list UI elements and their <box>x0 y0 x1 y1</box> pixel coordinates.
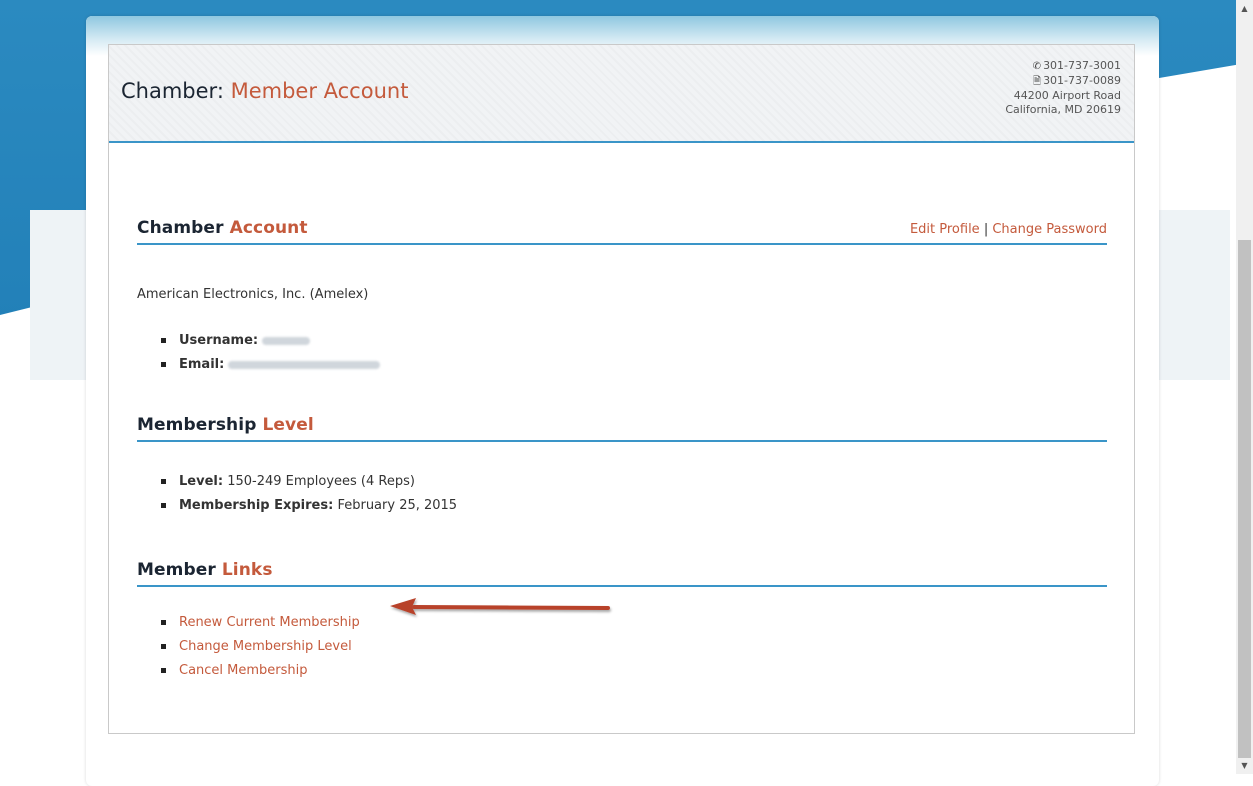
scrollbar[interactable]: ▲ ▼ <box>1236 0 1253 774</box>
expires-value: February 25, 2015 <box>337 498 458 513</box>
member-links-list: Renew Current Membership Change Membersh… <box>157 614 360 686</box>
section-heading: Chamber Account <box>137 218 308 238</box>
membership-details: Level: 150-249 Employees (4 Reps) Member… <box>157 473 457 521</box>
renew-membership-link[interactable]: Renew Current Membership <box>179 615 360 630</box>
phone-line: ✆ 301-737-3001 <box>1005 59 1121 74</box>
page-title-accent: Member Account <box>230 79 409 103</box>
username-item: Username: <box>157 332 380 356</box>
phone-number: 301-737-3001 <box>1043 59 1121 72</box>
username-label: Username: <box>179 333 259 348</box>
scroll-up-icon[interactable]: ▲ <box>1236 0 1253 17</box>
section-heading-prefix: Chamber <box>137 218 224 238</box>
page-frame: Chamber: Member Account ✆ 301-737-3001 🗎 3… <box>86 16 1159 786</box>
card-header: Chamber: Member Account ✆ 301-737-3001 🗎 3… <box>109 45 1134 143</box>
section-heading-accent: Level <box>262 415 314 435</box>
fax-number: 301-737-0089 <box>1043 74 1121 87</box>
section-heading-prefix: Membership <box>137 415 257 435</box>
section-heading-accent: Links <box>221 560 273 580</box>
list-item: Change Membership Level <box>157 638 360 662</box>
fax-line: 🗎 301-737-0089 <box>1005 74 1121 89</box>
fax-icon: 🗎 <box>1033 76 1042 87</box>
page-title-prefix: Chamber: <box>121 79 224 103</box>
address-line1: 44200 Airport Road <box>1013 89 1121 102</box>
section-member-links: Member Links <box>137 557 1107 587</box>
email-item: Email: <box>157 356 381 380</box>
section-chamber-account: Chamber Account Edit Profile | Change Pa… <box>137 215 1107 245</box>
cancel-membership-link[interactable]: Cancel Membership <box>179 663 308 678</box>
section-membership-level: Membership Level <box>137 412 1107 442</box>
expires-item: Membership Expires: February 25, 2015 <box>157 497 457 521</box>
page-title: Chamber: Member Account <box>121 79 408 103</box>
username-redacted <box>262 336 311 345</box>
expires-label: Membership Expires: <box>179 498 334 513</box>
list-item: Cancel Membership <box>157 662 360 686</box>
level-value: 150-249 Employees (4 Reps) <box>227 474 415 489</box>
edit-profile-link[interactable]: Edit Profile <box>910 222 980 237</box>
change-password-link[interactable]: Change Password <box>992 222 1107 237</box>
account-card: Chamber: Member Account ✆ 301-737-3001 🗎 3… <box>108 44 1135 734</box>
list-item: Renew Current Membership <box>157 614 360 638</box>
section-heading-accent: Account <box>229 218 308 238</box>
scroll-down-icon[interactable]: ▼ <box>1236 757 1253 774</box>
annotation-arrow-icon <box>390 598 610 615</box>
company-name: American Electronics, Inc. (Amelex) <box>137 287 369 302</box>
level-item: Level: 150-249 Employees (4 Reps) <box>157 473 457 497</box>
contact-info: ✆ 301-737-3001 🗎 301-737-0089 44200 Airpor… <box>1005 59 1121 117</box>
section-heading: Member Links <box>137 560 273 580</box>
link-separator: | <box>983 222 989 237</box>
profile-links: Edit Profile | Change Password <box>910 222 1107 237</box>
email-redacted <box>228 360 381 369</box>
level-label: Level: <box>179 474 224 489</box>
account-details: Username: Email: <box>157 332 381 380</box>
section-heading: Membership Level <box>137 415 314 435</box>
scrollbar-thumb[interactable] <box>1238 240 1251 758</box>
email-label: Email: <box>179 357 225 372</box>
section-heading-prefix: Member <box>137 560 216 580</box>
phone-icon: ✆ <box>1032 61 1042 72</box>
change-level-link[interactable]: Change Membership Level <box>179 639 352 654</box>
address-line2: California, MD 20619 <box>1005 103 1121 116</box>
